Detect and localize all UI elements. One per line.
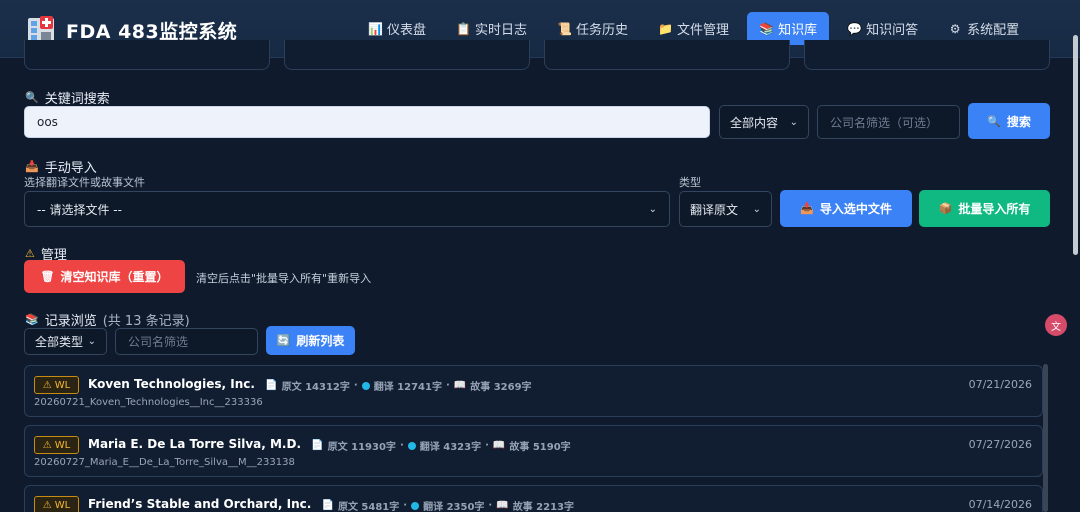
- search-icon: 🔍: [987, 114, 1001, 128]
- warning-icon: ⚠: [42, 439, 52, 451]
- record-meta: 📄 原文 5481字 · 翻译 2350字 · 📖 故事 2213字: [321, 500, 575, 512]
- book-icon: 📖: [496, 500, 509, 511]
- record-date: 07/27/2026: [968, 438, 1032, 451]
- warning-icon: ⚠: [42, 499, 52, 511]
- record-filename: 20260721_Koven_Technologies__Inc__233336: [34, 397, 263, 408]
- book-icon: 📖: [492, 440, 506, 451]
- file-select-label: 选择翻译文件或故事文件: [24, 176, 145, 189]
- record-filename: 20260727_Maria_E__De_La_Torre_Silva__M__…: [34, 457, 295, 468]
- import-all-button[interactable]: 📦 批量导入所有: [919, 190, 1050, 227]
- stat-card: [804, 40, 1050, 70]
- folder-icon: 📁: [658, 21, 673, 36]
- warning-icon: ⚠: [42, 379, 52, 391]
- record-item[interactable]: ⚠ WL Koven Technologies, Inc. 📄 原文 14312字…: [24, 365, 1043, 417]
- magnifier-icon: 🔍: [25, 91, 39, 104]
- package-icon: 📦: [938, 202, 953, 215]
- document-icon: 📄: [265, 380, 278, 391]
- nav-label: 仪表盘: [387, 23, 427, 38]
- nav-label: 系统配置: [967, 23, 1020, 38]
- record-item[interactable]: ⚠ WL Maria E. De La Torre Silva, M.D. 📄 原…: [24, 425, 1043, 477]
- company-filter-input[interactable]: 公司名筛选（可选）: [817, 105, 960, 139]
- type-select-label: 类型: [679, 176, 701, 189]
- book-icon: 📖: [453, 380, 467, 391]
- document-icon: 📄: [311, 440, 324, 451]
- chevron-down-icon: ⌄: [752, 203, 761, 215]
- type-select[interactable]: 翻译原文 ⌄: [679, 191, 772, 227]
- hospital-logo-icon: [28, 16, 54, 42]
- scope-select[interactable]: 全部内容 ⌄: [719, 105, 809, 139]
- globe-icon: [411, 501, 420, 510]
- bar-chart-icon: 📊: [368, 21, 383, 36]
- books-icon: 📚: [25, 313, 39, 326]
- page-scrollbar[interactable]: [1073, 35, 1078, 255]
- record-date: 07/14/2026: [968, 498, 1032, 511]
- gear-icon: ⚙: [949, 21, 961, 36]
- record-meta: 📄 原文 11930字 · 翻译 4323字 · 📖 故事 5190字: [311, 440, 571, 453]
- globe-icon: [407, 441, 416, 450]
- clear-hint: 清空后点击"批量导入所有"重新导入: [196, 272, 372, 285]
- clear-knowledge-base-button[interactable]: 🗑 清空知识库（重置）: [24, 260, 185, 293]
- file-select[interactable]: -- 请选择文件 -- ⌄: [24, 191, 670, 227]
- status-badge: ⚠ WL: [34, 376, 79, 394]
- record-date: 07/21/2026: [968, 378, 1032, 391]
- nav-label: 知识问答: [866, 23, 919, 38]
- record-type-select[interactable]: 全部类型 ⌄: [24, 328, 107, 355]
- import-selected-button[interactable]: 📥 导入选中文件: [780, 190, 912, 227]
- inbox-tray-icon: 📥: [800, 202, 814, 215]
- refresh-list-button[interactable]: 🔄 刷新列表: [266, 326, 355, 355]
- search-button[interactable]: 🔍 搜索: [968, 103, 1050, 139]
- refresh-icon: 🔄: [276, 334, 291, 347]
- nav-label: 任务历史: [576, 23, 629, 38]
- stat-card: [24, 40, 270, 70]
- stat-card: [544, 40, 790, 70]
- record-count: (共 13 条记录): [102, 314, 190, 329]
- document-icon: 📄: [321, 500, 334, 511]
- nav-label: 文件管理: [677, 23, 730, 38]
- import-tray-icon: 📥: [25, 160, 39, 173]
- chevron-down-icon: ⌄: [648, 203, 657, 215]
- record-company: Friend’s Stable and Orchard, Inc. 📄 原文 54…: [88, 497, 575, 512]
- record-item[interactable]: ⚠ WL Friend’s Stable and Orchard, Inc. 📄…: [24, 485, 1043, 512]
- stat-card: [284, 40, 530, 70]
- chevron-down-icon: ⌄: [789, 116, 798, 128]
- globe-icon: [361, 381, 370, 390]
- warning-icon: ⚠: [25, 247, 35, 260]
- chevron-down-icon: ⌄: [87, 336, 96, 347]
- search-input[interactable]: oos: [24, 106, 710, 138]
- scroll-icon: 📜: [557, 21, 572, 36]
- chat-icon: 💬: [847, 21, 863, 36]
- status-badge: ⚠ WL: [34, 436, 79, 454]
- record-company-filter[interactable]: 公司名筛选: [115, 328, 258, 355]
- nav-label: 实时日志: [475, 23, 528, 38]
- search-section-title: 🔍 关键词搜索: [25, 91, 110, 107]
- browse-section-title: 📚 记录浏览 (共 13 条记录): [25, 310, 190, 329]
- record-company: Maria E. De La Torre Silva, M.D. 📄 原文 119…: [88, 437, 571, 453]
- status-badge: ⚠ WL: [34, 496, 79, 512]
- record-list-scrollbar[interactable]: [1043, 364, 1048, 512]
- record-meta: 📄 原文 14312字 · 翻译 12741字 · 📖 故事 3269字: [265, 380, 532, 393]
- clipboard-icon: 📋: [456, 21, 471, 36]
- nav-label: 知识库: [778, 23, 818, 38]
- books-icon: 📚: [759, 21, 775, 36]
- record-company: Koven Technologies, Inc. 📄 原文 14312字 · 翻译…: [88, 377, 532, 393]
- translate-float-icon[interactable]: 文: [1045, 314, 1067, 336]
- trash-icon: 🗑: [40, 270, 55, 283]
